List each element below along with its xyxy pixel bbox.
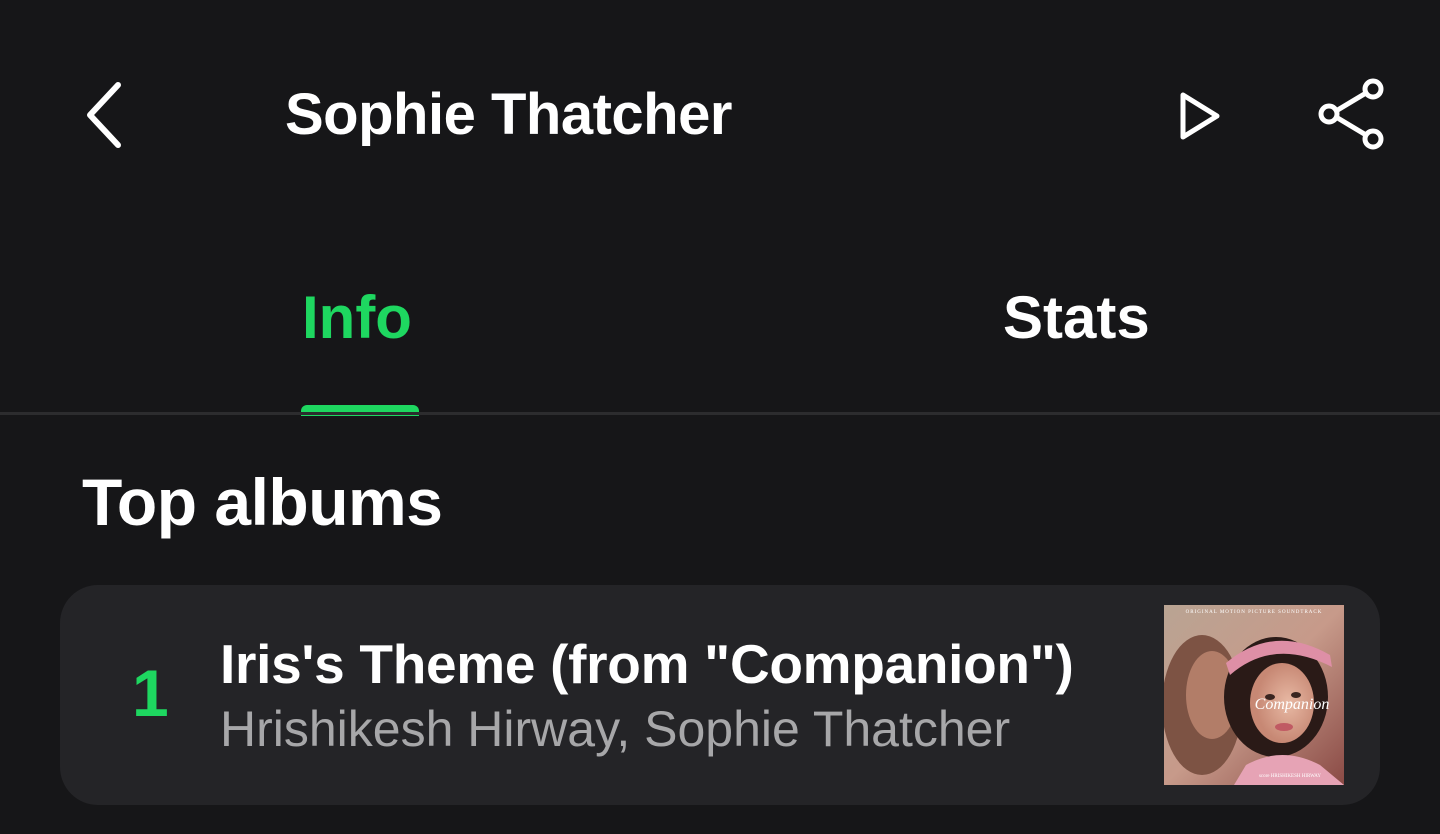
section-title: Top albums [82,465,443,539]
chevron-left-icon [87,82,121,148]
share-button[interactable] [1310,72,1394,156]
album-rank: 1 [132,656,169,730]
album-list-item[interactable]: 1 Iris's Theme (from "Companion") Hrishi… [60,585,1380,805]
album-title: Iris's Theme (from "Companion") [220,633,1074,695]
divider [0,412,1440,415]
page-title: Sophie Thatcher [285,82,732,147]
tab-info[interactable]: Info [302,280,412,356]
cover-script-title: Companion [1255,696,1330,713]
play-button[interactable] [1160,76,1240,156]
tab-bar: Info Stats [0,250,1440,416]
back-button[interactable] [64,70,144,160]
header: Sophie Thatcher [0,0,1440,230]
album-artists: Hrishikesh Hirway, Sophie Thatcher [220,701,1011,757]
album-cover-image: ORIGINAL MOTION PICTURE SOUNDTRACK Compa… [1164,605,1344,785]
tab-stats[interactable]: Stats [1003,280,1150,356]
cover-top-text: ORIGINAL MOTION PICTURE SOUNDTRACK [1186,610,1323,615]
cover-bottom-text: score HRISHIKESH HIRWAY [1259,774,1321,779]
share-icon [1318,78,1384,150]
play-icon [1180,92,1220,140]
artist-screen: Sophie Thatcher Info Stats Top albums 1 … [0,0,1440,834]
